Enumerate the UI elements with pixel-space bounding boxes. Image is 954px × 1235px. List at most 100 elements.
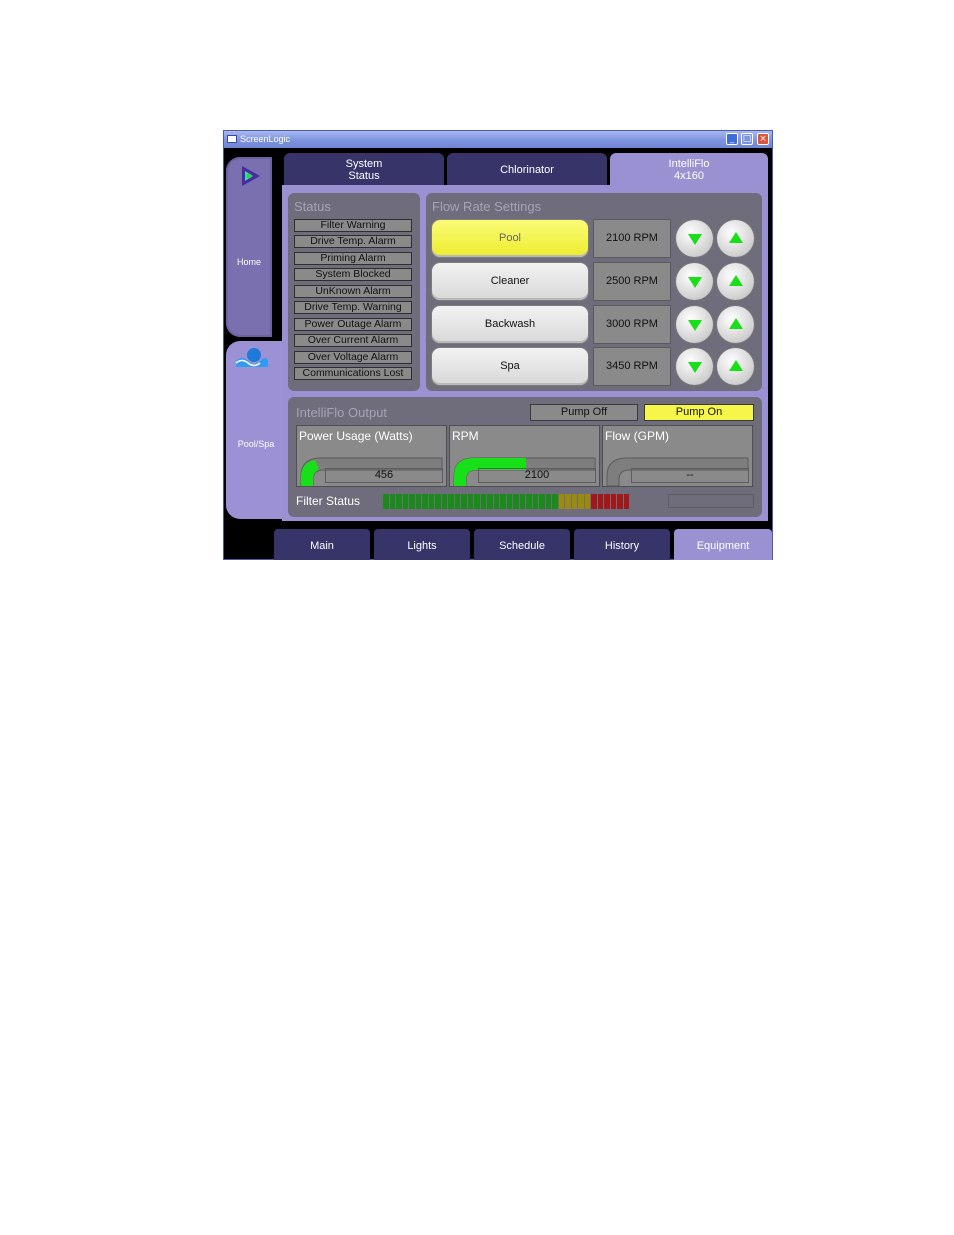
minimize-button[interactable]: _ [726,133,738,145]
filter-segment [454,494,460,509]
water-wave-icon [235,348,268,367]
status-filter-warning: Filter Warning [294,219,412,232]
side-tab-pool-spa[interactable]: Pool/Spa [226,341,286,519]
status-over-current-alarm: Over Current Alarm [294,334,412,347]
tab-intelliflo-line1: IntelliFlo [668,157,710,170]
tab-lights[interactable]: Lights [374,529,470,560]
flow-button-backwash[interactable]: Backwash [432,306,588,343]
rpm-up-pool-button[interactable] [717,220,754,257]
filter-segment [532,494,538,509]
flow-rate-title: Flow Rate Settings [432,199,542,214]
arrow-down-icon [688,320,702,331]
filter-segment [415,494,421,509]
filter-segment [402,494,408,509]
arrow-up-icon [729,360,743,371]
app-icon [227,135,237,143]
tab-system-status-line1: System [345,157,383,170]
filter-segment [610,494,616,509]
filter-segment [545,494,551,509]
flow-button-spa[interactable]: Spa [432,348,588,385]
side-tab-home-label: Home [236,257,261,267]
filter-segment [500,494,506,509]
output-section: IntelliFlo Output Pump Off Pump On Power… [288,397,762,517]
filter-segment [474,494,480,509]
flow-rate-section: Flow Rate Settings Pool 2100 RPM Cleaner… [426,193,762,391]
pump-on-indicator: Pump On [644,404,754,421]
rpm-up-cleaner-button[interactable] [717,263,754,300]
filter-segment [480,494,486,509]
arrow-up-icon [729,318,743,329]
arrow-up-icon [729,232,743,243]
arrow-down-icon [688,234,702,245]
rpm-value-backwash: 3000 RPM [593,305,671,344]
gauge-rpm-label: RPM [452,429,479,443]
maximize-button[interactable]: □ [741,133,753,145]
equipment-panel: Status Filter Warning Drive Temp. Alarm … [282,185,768,521]
filter-segment [552,494,558,509]
tab-main[interactable]: Main [274,529,370,560]
gauge-rpm-value: 2100 [478,468,596,483]
status-title: Status [294,199,331,214]
filter-segment [513,494,519,509]
tab-schedule[interactable]: Schedule [474,529,570,560]
tab-system-status[interactable]: System Status [284,153,444,186]
filter-segment [597,494,603,509]
screenlogic-window: ScreenLogic _ □ × Home Pool/Spa System St… [223,130,773,560]
pump-off-indicator: Pump Off [530,404,638,421]
filter-segment [448,494,454,509]
filter-segment [383,494,389,509]
gauge-rpm: RPM 2100 [449,425,600,487]
filter-segment [565,494,571,509]
filter-segment [396,494,402,509]
title-bar[interactable]: ScreenLogic _ □ × [224,131,772,148]
rpm-down-cleaner-button[interactable] [676,263,713,300]
filter-segment [487,494,493,509]
status-system-blocked: System Blocked [294,268,412,281]
filter-segment [493,494,499,509]
filter-segment [428,494,434,509]
rpm-down-pool-button[interactable] [676,220,713,257]
rpm-down-backwash-button[interactable] [676,306,713,343]
tab-history[interactable]: History [574,529,670,560]
flow-button-cleaner[interactable]: Cleaner [432,263,588,300]
filter-segment [578,494,584,509]
tab-system-status-line2: Status [348,169,380,182]
filter-segment [604,494,610,509]
rpm-value-cleaner: 2500 RPM [593,262,671,301]
window-title: ScreenLogic [240,134,291,144]
tab-equipment[interactable]: Equipment [674,529,772,560]
filter-segment [617,494,623,509]
side-tab-pool-spa-label: Pool/Spa [237,439,275,449]
rpm-value-spa: 3450 RPM [593,347,671,386]
status-section: Status Filter Warning Drive Temp. Alarm … [288,193,420,391]
filter-segment [519,494,525,509]
filter-segment [506,494,512,509]
gauge-flow: Flow (GPM) -- [602,425,753,487]
filter-segment [584,494,590,509]
filter-status-meter [383,494,649,509]
filter-segment [623,494,629,509]
rpm-up-backwash-button[interactable] [717,306,754,343]
gauge-power-usage-value: 456 [325,468,443,483]
tab-chlorinator-label: Chlorinator [500,163,554,176]
gauge-power-usage: Power Usage (Watts) 456 [296,425,447,487]
filter-segment [539,494,545,509]
rpm-down-spa-button[interactable] [676,348,713,385]
filter-status-box [668,494,754,508]
flow-button-pool[interactable]: Pool [432,220,588,257]
gauge-power-usage-label: Power Usage (Watts) [299,429,413,443]
tab-intelliflo[interactable]: IntelliFlo 4x160 [610,153,768,186]
filter-segment [461,494,467,509]
tab-chlorinator[interactable]: Chlorinator [447,153,607,186]
filter-segment [409,494,415,509]
status-drive-temp-warning: Drive Temp. Warning [294,301,412,314]
status-priming-alarm: Priming Alarm [294,252,412,265]
status-drive-temp-alarm: Drive Temp. Alarm [294,235,412,248]
close-button[interactable]: × [757,133,769,145]
rpm-up-spa-button[interactable] [717,348,754,385]
filter-segment [441,494,447,509]
side-tab-home[interactable]: Home [226,157,272,337]
output-title: IntelliFlo Output [296,405,388,420]
filter-segment [571,494,577,509]
filter-segment [558,494,564,509]
